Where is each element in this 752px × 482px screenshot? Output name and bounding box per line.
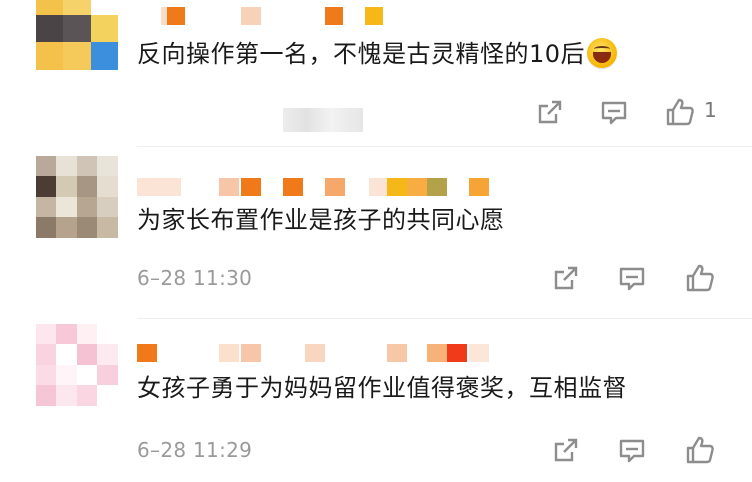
share-button[interactable] (550, 262, 582, 294)
comment-item: 女孩子勇于为妈妈留作业值得褒奖，互相监督 6–28 11:29 (0, 320, 752, 482)
avatar[interactable] (36, 0, 118, 70)
comment-timestamp: 6–28 11:30 (137, 266, 253, 290)
avatar[interactable] (36, 156, 118, 238)
like-count: 1 (704, 98, 717, 122)
thumbs-up-icon (686, 264, 714, 292)
comment-timestamp: 6–28 11:29 (137, 438, 253, 462)
avatar[interactable] (36, 324, 118, 406)
divider (137, 146, 752, 147)
redacted-strip (283, 108, 363, 132)
comment-button[interactable] (616, 434, 648, 466)
comment-text: 为家长布置作业是孩子的共同心愿 (137, 206, 505, 234)
nickname-redacted[interactable] (137, 178, 557, 202)
like-button[interactable] (684, 262, 716, 294)
like-button[interactable] (684, 434, 716, 466)
comment-icon (619, 267, 645, 291)
comment-actions (534, 434, 734, 468)
comment-button[interactable] (616, 262, 648, 294)
comment-item: 为家长布置作业是孩子的共同心愿 6–28 11:30 (0, 150, 752, 320)
thumbs-up-icon (686, 436, 714, 464)
share-icon (554, 438, 578, 462)
laughing-face-icon (587, 38, 618, 68)
nickname-redacted[interactable] (137, 7, 557, 31)
divider (137, 318, 752, 319)
nickname-redacted[interactable] (137, 344, 557, 368)
share-icon (554, 266, 578, 290)
comment-text: 反向操作第一名，不愧是古灵精怪的10后 (137, 38, 618, 70)
like-button[interactable] (664, 96, 696, 128)
comment-button[interactable] (598, 96, 630, 128)
thumbs-up-icon (666, 98, 694, 126)
share-button[interactable] (550, 434, 582, 466)
comment-actions: 1 (534, 96, 734, 130)
share-icon (538, 100, 562, 124)
comment-icon (619, 439, 645, 463)
comment-text-content: 反向操作第一名，不愧是古灵精怪的10后 (137, 40, 586, 68)
comment-actions (534, 262, 734, 296)
comment-text: 女孩子勇于为妈妈留作业值得褒奖，互相监督 (137, 374, 627, 402)
comment-item: 反向操作第一名，不愧是古灵精怪的10后 1 (0, 0, 752, 150)
share-button[interactable] (534, 96, 566, 128)
comment-icon (601, 101, 627, 125)
